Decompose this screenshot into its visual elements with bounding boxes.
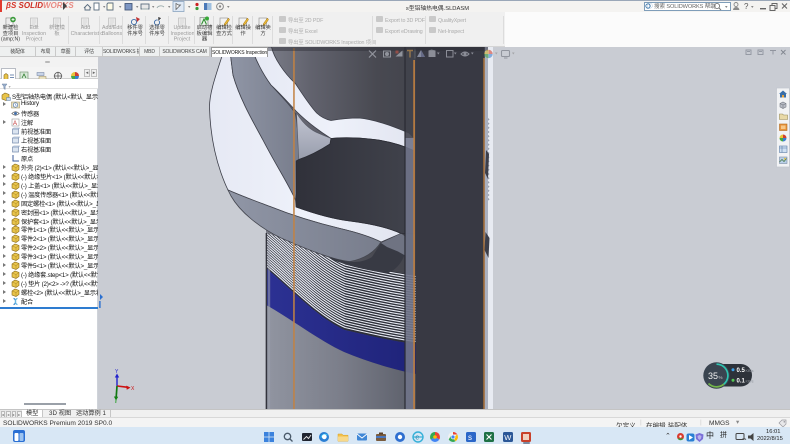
svg-text:Y: Y bbox=[115, 369, 119, 375]
svg-text:KB/s: KB/s bbox=[746, 380, 754, 384]
svg-text:W: W bbox=[504, 433, 512, 442]
svg-text:s: s bbox=[468, 433, 472, 442]
svg-text:e: e bbox=[415, 434, 419, 441]
svg-text:KB/s: KB/s bbox=[746, 369, 754, 373]
svg-text:0.5: 0.5 bbox=[737, 368, 746, 374]
svg-text:35: 35 bbox=[708, 371, 718, 381]
svg-text:X: X bbox=[131, 386, 135, 392]
svg-text:0.1: 0.1 bbox=[737, 379, 746, 385]
svg-text:%: % bbox=[719, 375, 723, 380]
svg-text:?: ? bbox=[744, 2, 749, 11]
